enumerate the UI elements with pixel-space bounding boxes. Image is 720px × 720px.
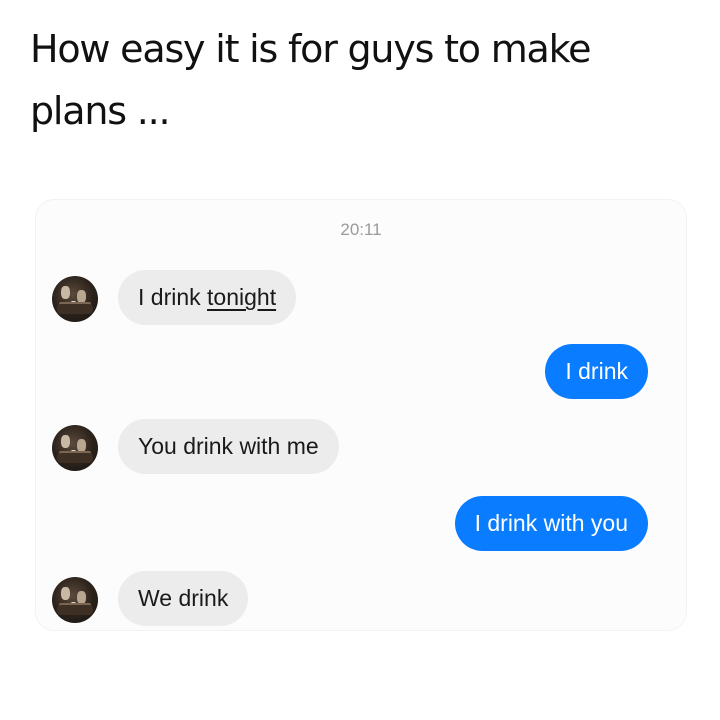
outgoing-message-bubble[interactable]: I drink [545,344,648,399]
contact-avatar-icon[interactable] [52,425,98,471]
contact-avatar-icon[interactable] [52,276,98,322]
chat-timestamp: 20:11 [340,220,382,239]
incoming-message-bubble[interactable]: I drink tonight [118,270,297,325]
outgoing-message-bubble[interactable]: I drink with you [454,496,648,551]
contact-avatar-icon[interactable] [52,577,98,623]
incoming-message-bubble[interactable]: You drink with me [118,419,339,474]
chat-thread: 20:11 I drink tonight I drink You drink … [36,200,686,630]
incoming-message-bubble[interactable]: We drink [118,571,249,626]
message-text: I drink [138,284,208,310]
meme-caption: How easy it is for guys to make plans ..… [30,27,591,133]
message-link-text[interactable]: tonight [207,284,276,310]
